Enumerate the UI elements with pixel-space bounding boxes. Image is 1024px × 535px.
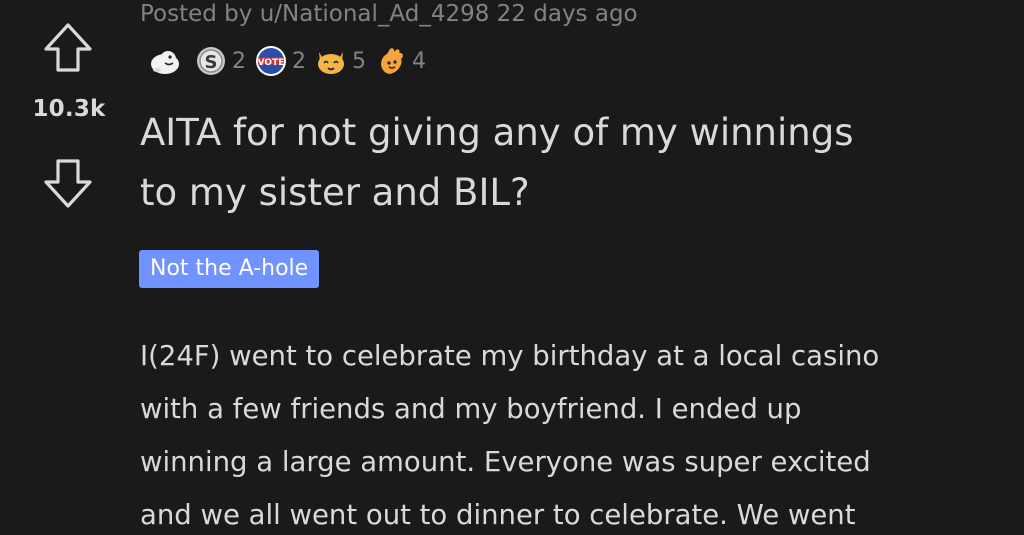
award-count: 4 (412, 48, 426, 74)
wholesome-seal-icon (151, 51, 179, 74)
post-body-line: I(24F) went to celebrate my birthday at … (140, 340, 880, 372)
award-wholesome-seal[interactable] (148, 44, 186, 78)
svg-text:S: S (205, 52, 218, 73)
post-time: 22 days ago (496, 1, 638, 27)
award-count: 5 (352, 48, 366, 74)
award-cat[interactable]: 5 (314, 44, 366, 78)
arrow-up-icon (44, 23, 92, 72)
post-body-line: winning a large amount. Everyone was sup… (140, 446, 871, 478)
award-hand[interactable]: 4 (374, 44, 426, 78)
post-meta: Posted by u/National_Ad_4298 22 days ago (140, 1, 638, 27)
vote-score: 10.3k (32, 96, 106, 122)
hand-wave-icon (381, 48, 403, 74)
downvote-button[interactable] (40, 155, 96, 211)
award-count: 2 (232, 48, 246, 74)
award-vote[interactable]: VOTE 2 (254, 44, 306, 78)
awards-row[interactable]: S 2 VOTE 2 5 4 (148, 44, 434, 78)
author-link[interactable]: u/National_Ad_4298 (260, 1, 490, 27)
post-flair[interactable]: Not the A-hole (139, 250, 320, 288)
upvote-button[interactable] (40, 20, 96, 76)
svg-text:VOTE: VOTE (258, 58, 285, 68)
vote-badge-icon: VOTE (256, 46, 286, 76)
cat-face-icon (318, 52, 344, 74)
post-body: I(24F) went to celebrate my birthday at … (140, 330, 1020, 535)
award-count: 2 (292, 48, 306, 74)
post-title-line: to my sister and BIL? (140, 171, 530, 214)
vote-column: 10.3k (0, 0, 138, 535)
arrow-down-icon (44, 159, 92, 208)
post-title[interactable]: AITA for not giving any of my winnings t… (140, 103, 1020, 223)
posted-by-label: Posted by (140, 1, 253, 27)
silver-coin-icon: S (197, 47, 225, 75)
post-title-line: AITA for not giving any of my winnings (140, 111, 854, 154)
post-body-line: and we all went out to dinner to celebra… (140, 499, 856, 531)
post-body-line: with a few friends and my boyfriend. I e… (140, 393, 802, 425)
award-silver[interactable]: S 2 (194, 44, 246, 78)
